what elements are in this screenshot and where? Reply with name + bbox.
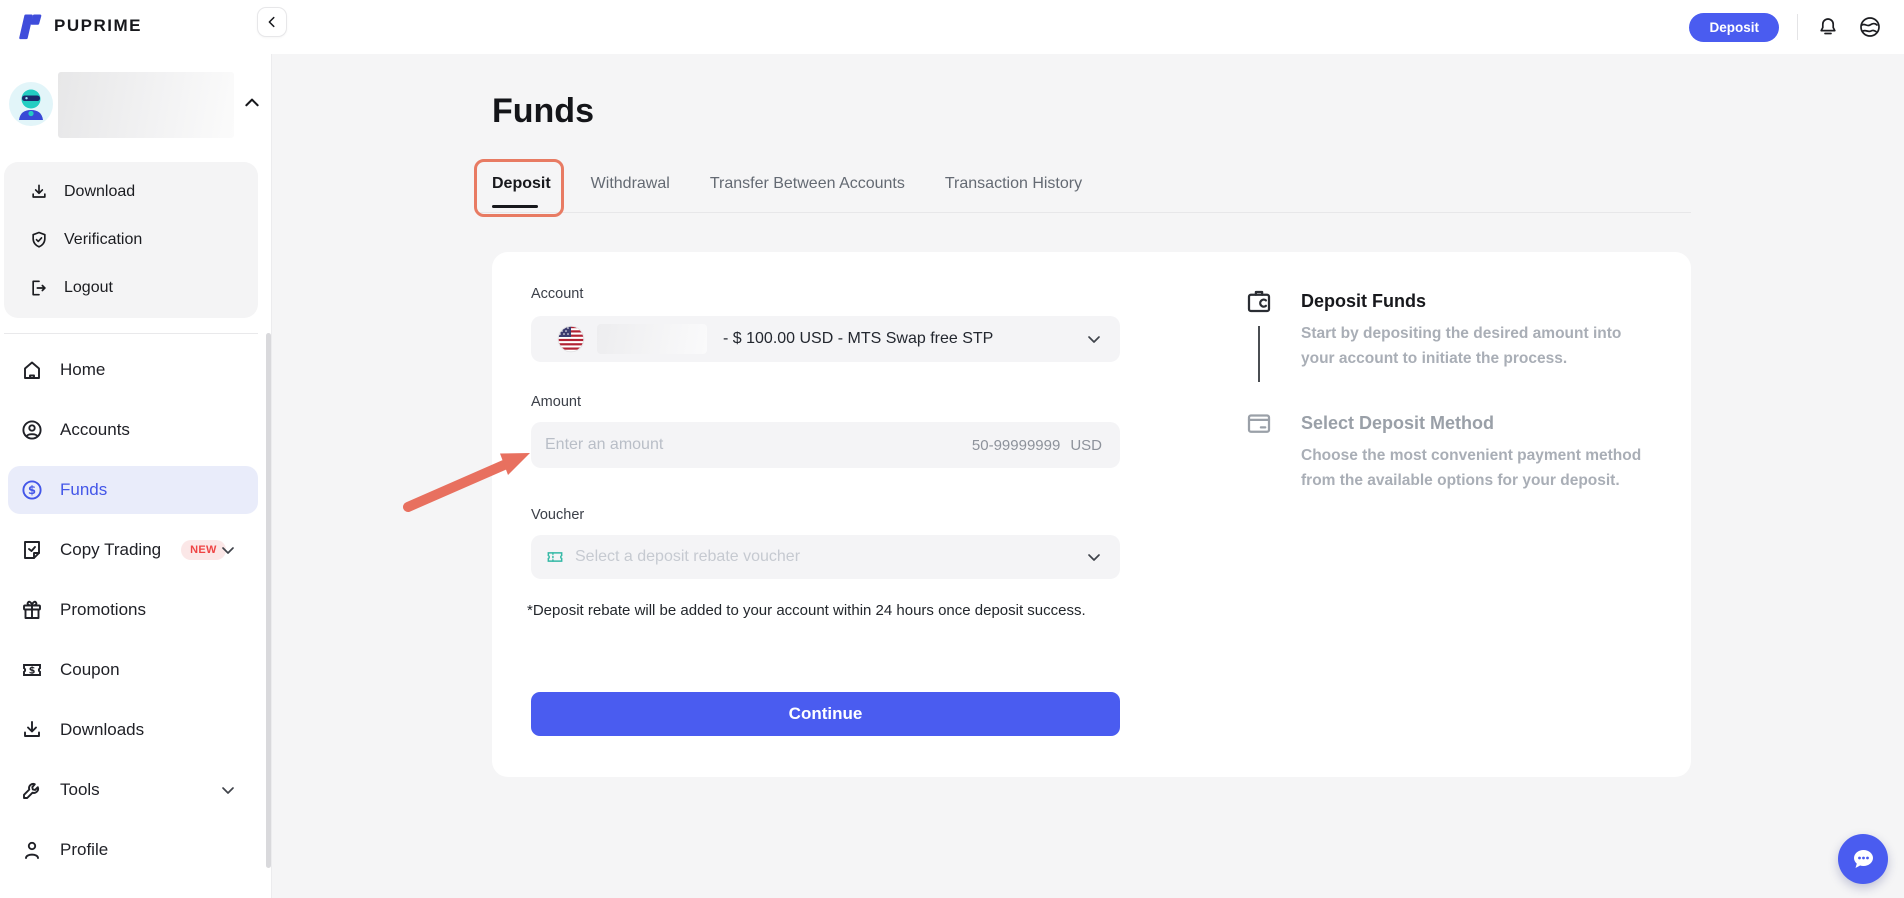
sidebar-item-label: Home [60, 360, 105, 380]
chevron-down-icon [220, 782, 236, 798]
voucher-ticket-icon [545, 547, 565, 567]
tab-transaction-history[interactable]: Transaction History [945, 172, 1082, 196]
redacted-account-number [597, 324, 707, 354]
sidebar-item-copy-trading[interactable]: Copy Trading NEW [8, 526, 258, 574]
sidebar-nav: Home Accounts $ Funds [0, 346, 272, 886]
voucher-placeholder: Select a deposit rebate voucher [575, 548, 800, 566]
gift-icon [20, 598, 44, 622]
sidebar-item-tools[interactable]: Tools [8, 766, 258, 814]
chevron-down-icon [1086, 549, 1102, 565]
step-deposit-funds: Deposit Funds Start by depositing the de… [1243, 286, 1653, 382]
funds-tabs: Deposit Withdrawal Transfer Between Acco… [492, 172, 1082, 196]
deposit-rebate-note: *Deposit rebate will be added to your ac… [527, 602, 1147, 619]
puprime-logo: PUPRIME [12, 9, 142, 43]
chat-bubble-icon [1849, 845, 1877, 873]
wrench-icon [20, 778, 44, 802]
step-connector-line [1258, 326, 1260, 382]
sidebar-item-funds[interactable]: $ Funds [8, 466, 258, 514]
redacted-username [58, 72, 234, 138]
robot-avatar [9, 82, 53, 126]
sidebar-item-label: Accounts [60, 420, 130, 440]
sidebar-item-label: Coupon [60, 660, 120, 680]
account-value: - $ 100.00 USD - MTS Swap free STP [723, 330, 993, 348]
tab-withdrawal[interactable]: Withdrawal [591, 172, 670, 196]
sidebar-item-label: Copy Trading [60, 540, 161, 560]
profile-dropdown-menu: Download Verification Logout [4, 162, 258, 318]
step-description: Choose the most convenient payment metho… [1301, 444, 1651, 494]
svg-text:$: $ [29, 666, 36, 677]
globe-icon[interactable] [1858, 15, 1882, 39]
sidebar-collapse-button[interactable] [257, 7, 287, 37]
page-title: Funds [492, 92, 594, 131]
top-header: PUPRIME Deposit [0, 0, 1904, 54]
us-flag-icon [557, 325, 585, 353]
active-tab-underline [492, 205, 538, 208]
amount-input[interactable] [545, 436, 972, 454]
chevron-down-icon [1086, 331, 1102, 347]
payment-card-icon [1244, 408, 1274, 438]
sidebar-item-coupon[interactable]: $ Coupon [8, 646, 258, 694]
step-description: Start by depositing the desired amount i… [1301, 322, 1651, 372]
sidebar-item-promotions[interactable]: Promotions [8, 586, 258, 634]
sidebar-divider [4, 333, 258, 334]
sidebar-item-label: Profile [60, 840, 108, 860]
sidebar-item-accounts[interactable]: Accounts [8, 406, 258, 454]
logout-icon [29, 278, 49, 298]
profile-menu-toggle[interactable] [0, 70, 272, 142]
sidebar-item-label: Tools [60, 780, 100, 800]
amount-range-hint: 50-99999999USD [972, 437, 1102, 454]
red-arrow-annotation [400, 437, 540, 515]
home-icon [20, 358, 44, 382]
dollar-circle-icon: $ [20, 478, 44, 502]
sidebar-scrollbar[interactable] [266, 333, 271, 868]
user-circle-icon [20, 418, 44, 442]
menu-item-label: Logout [64, 279, 113, 297]
sidebar: Download Verification Logout [0, 0, 272, 898]
menu-item-download[interactable]: Download [4, 168, 258, 216]
chevron-left-icon [265, 15, 279, 29]
deposit-box-icon [1244, 286, 1274, 316]
step-select-deposit-method: Select Deposit Method Choose the most co… [1243, 408, 1653, 494]
brand-name: PUPRIME [54, 16, 142, 36]
menu-item-label: Verification [64, 231, 142, 249]
sidebar-item-downloads[interactable]: Downloads [8, 706, 258, 754]
sidebar-item-home[interactable]: Home [8, 346, 258, 394]
sidebar-item-label: Promotions [60, 600, 146, 620]
svg-text:$: $ [28, 483, 36, 497]
tab-transfer-between-accounts[interactable]: Transfer Between Accounts [710, 172, 905, 196]
step-title: Deposit Funds [1301, 286, 1651, 316]
download-icon [20, 718, 44, 742]
shield-check-icon [29, 230, 49, 250]
sidebar-item-label: Funds [60, 480, 107, 500]
menu-item-label: Download [64, 183, 135, 201]
header-deposit-button[interactable]: Deposit [1689, 13, 1779, 42]
download-icon [29, 182, 49, 202]
chevron-up-icon [243, 94, 261, 112]
header-divider [1797, 14, 1798, 40]
sidebar-item-label: Downloads [60, 720, 144, 740]
sidebar-item-profile[interactable]: Profile [8, 826, 258, 874]
deposit-steps: Deposit Funds Start by depositing the de… [1243, 286, 1653, 494]
menu-item-verification[interactable]: Verification [4, 216, 258, 264]
chevron-down-icon [220, 542, 236, 558]
puprime-logo-mark [12, 9, 46, 43]
document-icon [20, 538, 44, 562]
tab-deposit[interactable]: Deposit [492, 172, 551, 196]
account-label: Account [531, 286, 583, 302]
user-icon [20, 838, 44, 862]
voucher-select[interactable]: Select a deposit rebate voucher [531, 535, 1120, 579]
account-select[interactable]: - $ 100.00 USD - MTS Swap free STP [531, 316, 1120, 362]
voucher-label: Voucher [531, 507, 584, 523]
bell-icon[interactable] [1816, 15, 1840, 39]
continue-button[interactable]: Continue [531, 692, 1120, 736]
amount-field: 50-99999999USD [531, 422, 1120, 468]
amount-label: Amount [531, 394, 581, 410]
menu-item-logout[interactable]: Logout [4, 264, 258, 312]
main-content: Funds Deposit Withdrawal Transfer Betwee… [272, 54, 1904, 898]
chat-support-button[interactable] [1838, 834, 1888, 884]
deposit-card: Account [492, 252, 1691, 777]
tabs-divider [478, 212, 1691, 213]
ticket-icon: $ [20, 658, 44, 682]
step-title: Select Deposit Method [1301, 408, 1651, 438]
